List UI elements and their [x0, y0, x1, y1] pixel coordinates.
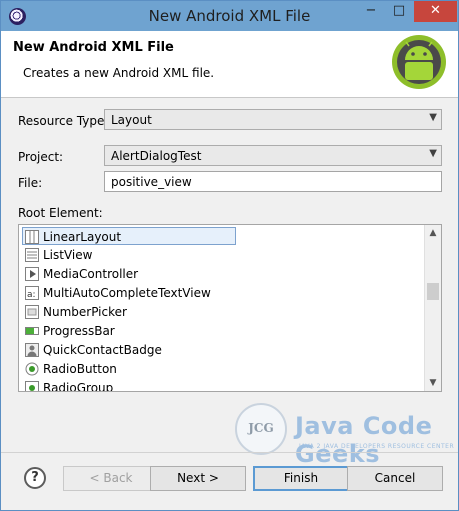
list-item-label: NumberPicker: [43, 305, 127, 319]
minimize-button[interactable]: −: [358, 1, 384, 22]
wizard-banner: New Android XML File Creates a new Andro…: [1, 31, 458, 98]
back-button[interactable]: < Back: [63, 466, 159, 491]
help-icon[interactable]: ?: [24, 467, 46, 489]
radio-group-icon: [25, 381, 39, 391]
list-item[interactable]: MediaController: [23, 265, 423, 283]
list-item[interactable]: RadioButton: [23, 360, 423, 378]
list-item-label: RadioButton: [43, 362, 117, 376]
number-picker-icon: [25, 305, 39, 319]
dialog-window: New Android XML File − □ ✕ New Android X…: [0, 0, 459, 511]
cancel-button[interactable]: Cancel: [347, 466, 443, 491]
watermark-brand: Java Code Geeks: [295, 412, 433, 468]
list-item-label: QuickContactBadge: [43, 343, 162, 357]
list-item-label: RadioGroup: [43, 381, 114, 392]
project-select[interactable]: AlertDialogTest ▼: [104, 145, 442, 166]
wizard-description: Creates a new Android XML file.: [23, 66, 215, 80]
list-item-label: MultiAutoCompleteTextView: [43, 286, 211, 300]
list-item-label: ListView: [43, 248, 93, 262]
svg-text:a:: a:: [27, 290, 36, 300]
title-bar[interactable]: New Android XML File − □ ✕: [1, 1, 458, 31]
close-button[interactable]: ✕: [414, 1, 457, 22]
file-name-input[interactable]: positive_view: [104, 171, 442, 192]
list-view-icon: [25, 248, 39, 262]
scroll-down-icon[interactable]: ▼: [425, 375, 441, 391]
chevron-down-icon: ▼: [429, 148, 437, 159]
list-item[interactable]: RadioGroup: [23, 379, 423, 392]
linear-layout-icon: [25, 230, 39, 244]
resource-type-label: Resource Type:: [18, 114, 109, 128]
list-item[interactable]: QuickContactBadge: [23, 341, 423, 359]
list-item-label: ProgressBar: [43, 324, 115, 338]
progress-bar-icon: [25, 327, 39, 335]
autocomplete-icon: a:: [25, 286, 39, 300]
list-item-label: MediaController: [43, 267, 139, 281]
resource-type-value: Layout: [111, 113, 152, 127]
scroll-up-icon[interactable]: ▲: [425, 225, 441, 241]
scroll-thumb[interactable]: [427, 283, 439, 300]
list-scrollbar[interactable]: ▲ ▼: [424, 225, 441, 391]
next-button[interactable]: Next >: [150, 466, 246, 491]
root-element-list[interactable]: LinearLayout ListView MediaController a:…: [18, 224, 442, 392]
project-label: Project:: [18, 150, 64, 164]
contact-badge-icon: [25, 343, 39, 357]
list-item[interactable]: ProgressBar: [23, 322, 423, 340]
media-controller-icon: [25, 267, 39, 281]
finish-button[interactable]: Finish: [253, 466, 349, 491]
root-element-label: Root Element:: [18, 206, 103, 220]
android-logo-icon: [392, 35, 446, 89]
list-item[interactable]: NumberPicker: [23, 303, 423, 321]
button-bar-separator: [1, 452, 458, 453]
wizard-title: New Android XML File: [13, 40, 174, 55]
file-label: File:: [18, 176, 43, 190]
radio-button-icon: [25, 362, 39, 376]
list-item[interactable]: LinearLayout: [22, 227, 236, 245]
chevron-down-icon: ▼: [429, 112, 437, 123]
watermark-tagline: JAVA 2 JAVA DEVELOPERS RESOURCE CENTER: [299, 443, 455, 450]
list-item[interactable]: a: MultiAutoCompleteTextView: [23, 284, 423, 302]
maximize-button[interactable]: □: [386, 1, 412, 22]
watermark-logo-text: JCG: [248, 421, 274, 435]
list-item-label: LinearLayout: [43, 230, 122, 244]
list-item[interactable]: ListView: [23, 246, 423, 264]
resource-type-select[interactable]: Layout ▼: [104, 109, 442, 130]
project-value: AlertDialogTest: [111, 149, 202, 163]
